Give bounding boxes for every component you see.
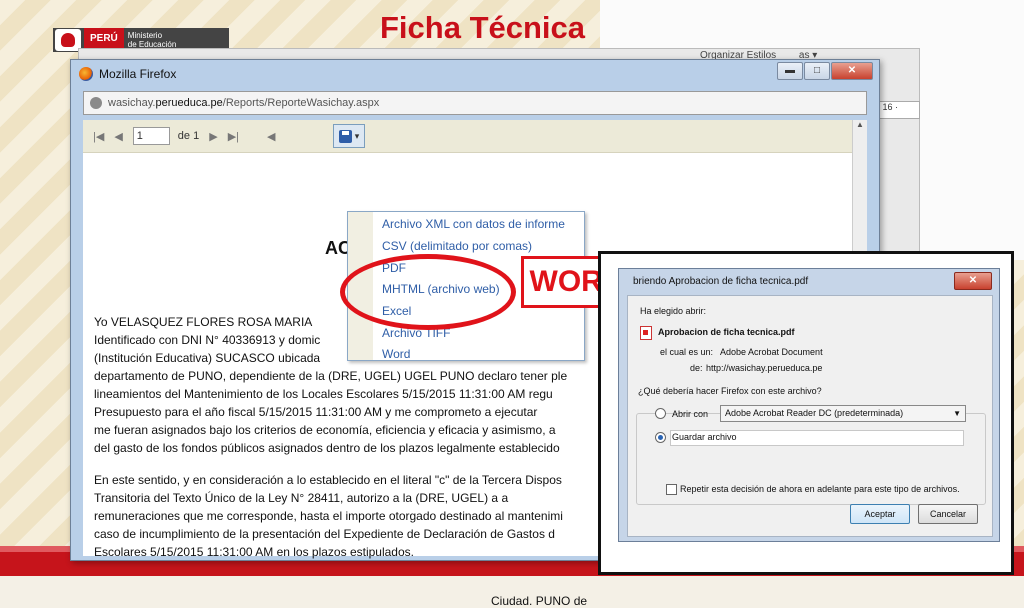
document-line: lineamientos del Mantenimiento de los Lo…: [94, 387, 553, 401]
download-dialog: briendo Aprobacion de ficha tecnica.pdf …: [618, 268, 1000, 542]
file-type-value: Adobe Acrobat Document: [720, 347, 823, 357]
first-page-icon[interactable]: |◀: [93, 130, 104, 143]
document-line: Yo VELASQUEZ FLORES ROSA MARIA: [94, 315, 313, 329]
document-line: departamento de PUNO, dependiente de la …: [94, 369, 568, 383]
dialog-filename: Aprobacion de ficha tecnica.pdf: [658, 327, 795, 337]
window-titlebar: Mozilla Firefox: [79, 64, 176, 84]
document-city: Ciudad. PUNO de: [491, 594, 588, 608]
logo-ministry-line1: Ministerio: [127, 31, 163, 40]
report-toolbar: |◀ ◀ 1 de 1 ▶ ▶| ◀ ▾: [83, 120, 853, 153]
window-controls: ▬ □ ✕: [776, 62, 873, 80]
file-type-label: el cual es un:: [660, 347, 714, 357]
pdf-file-icon: [640, 326, 652, 340]
window-title: Mozilla Firefox: [99, 67, 177, 81]
menu-item-word[interactable]: Word: [382, 347, 410, 361]
document-line: del gasto de los fondos públicos asignad…: [94, 441, 560, 455]
file-source-label: de:: [690, 363, 703, 373]
page-number-input[interactable]: 1: [132, 127, 170, 145]
open-with-radio[interactable]: [655, 408, 666, 419]
menu-item-csv[interactable]: CSV (delimitado por comas): [382, 239, 532, 253]
url-domain-prefix: wasichay.: [108, 97, 156, 109]
prev-page-icon[interactable]: ◀: [114, 130, 122, 143]
globe-icon: [90, 97, 102, 109]
maximize-button[interactable]: □: [804, 62, 830, 80]
url-domain: perueduca.pe: [155, 97, 223, 109]
accept-button[interactable]: Aceptar: [850, 504, 910, 524]
cancel-button[interactable]: Cancelar: [918, 504, 978, 524]
document-line: (Institución Educativa) SUCASCO ubicada: [94, 351, 321, 365]
dialog-intro: Ha elegido abrir:: [640, 306, 707, 316]
address-bar[interactable]: wasichay. perueduca.pe/Reports/ReporteWas…: [83, 91, 867, 115]
document-line: Presupuesto para el año fiscal 5/15/2015…: [94, 405, 538, 419]
dialog-body: Ha elegido abrir: Aprobacion de ficha te…: [627, 295, 993, 537]
page-count: de 1: [177, 130, 200, 142]
logo-ministry: Ministerio de Educación: [128, 31, 176, 49]
url-path: /Reports/ReporteWasichay.aspx: [222, 97, 380, 109]
save-export-icon: [338, 129, 352, 143]
remember-label: Repetir esta decisión de ahora en adelan…: [680, 484, 960, 494]
last-page-icon[interactable]: ▶|: [228, 130, 239, 143]
scroll-up-icon[interactable]: ▲: [853, 120, 867, 134]
menu-item-xml[interactable]: Archivo XML con datos de informe: [382, 217, 565, 231]
file-source-value: http://wasichay.perueduca.pe: [706, 363, 823, 373]
export-button[interactable]: ▾: [333, 124, 365, 148]
slide-title: Ficha Técnica: [380, 10, 586, 45]
back-icon[interactable]: ◀: [267, 130, 275, 143]
word-ruler: · 16 ·: [876, 101, 920, 119]
dialog-question: ¿Qué debería hacer Firefox con este arch…: [638, 386, 822, 396]
document-line: Identificado con DNI N° 40336913 y domic: [94, 333, 321, 347]
document-line: caso de incumplimiento de la presentació…: [94, 527, 555, 541]
chevron-down-icon: ▼: [953, 409, 961, 418]
document-line: Escolares 5/15/2015 11:31:00 AM en los p…: [94, 545, 414, 559]
save-file-label: Guardar archivo: [672, 432, 737, 442]
document-line: Transitoria del Texto Único de la Ley N°…: [94, 491, 509, 505]
remember-checkbox[interactable]: [666, 484, 677, 495]
document-line: remuneraciones que me corresponde, hasta…: [94, 509, 563, 523]
save-file-radio[interactable]: [655, 432, 666, 443]
close-button[interactable]: ✕: [831, 62, 873, 80]
minimize-button[interactable]: ▬: [777, 62, 803, 80]
dialog-close-button[interactable]: ✕: [954, 272, 992, 290]
firefox-logo-icon: [79, 67, 93, 81]
dialog-title: briendo Aprobacion de ficha tecnica.pdf: [633, 276, 809, 287]
document-line: me fueran asignados bajo los criterios d…: [94, 423, 556, 437]
open-with-label: Abrir con: [672, 409, 709, 419]
chevron-down-icon: ▾: [354, 130, 360, 141]
open-with-select[interactable]: Adobe Acrobat Reader DC (predeterminada)…: [720, 405, 966, 422]
word-highlight-ellipse: [340, 254, 516, 330]
next-page-icon[interactable]: ▶: [209, 130, 217, 143]
open-with-value: Adobe Acrobat Reader DC (predeterminada): [725, 408, 904, 418]
document-line: En este sentido, y en consideración a lo…: [94, 473, 562, 487]
